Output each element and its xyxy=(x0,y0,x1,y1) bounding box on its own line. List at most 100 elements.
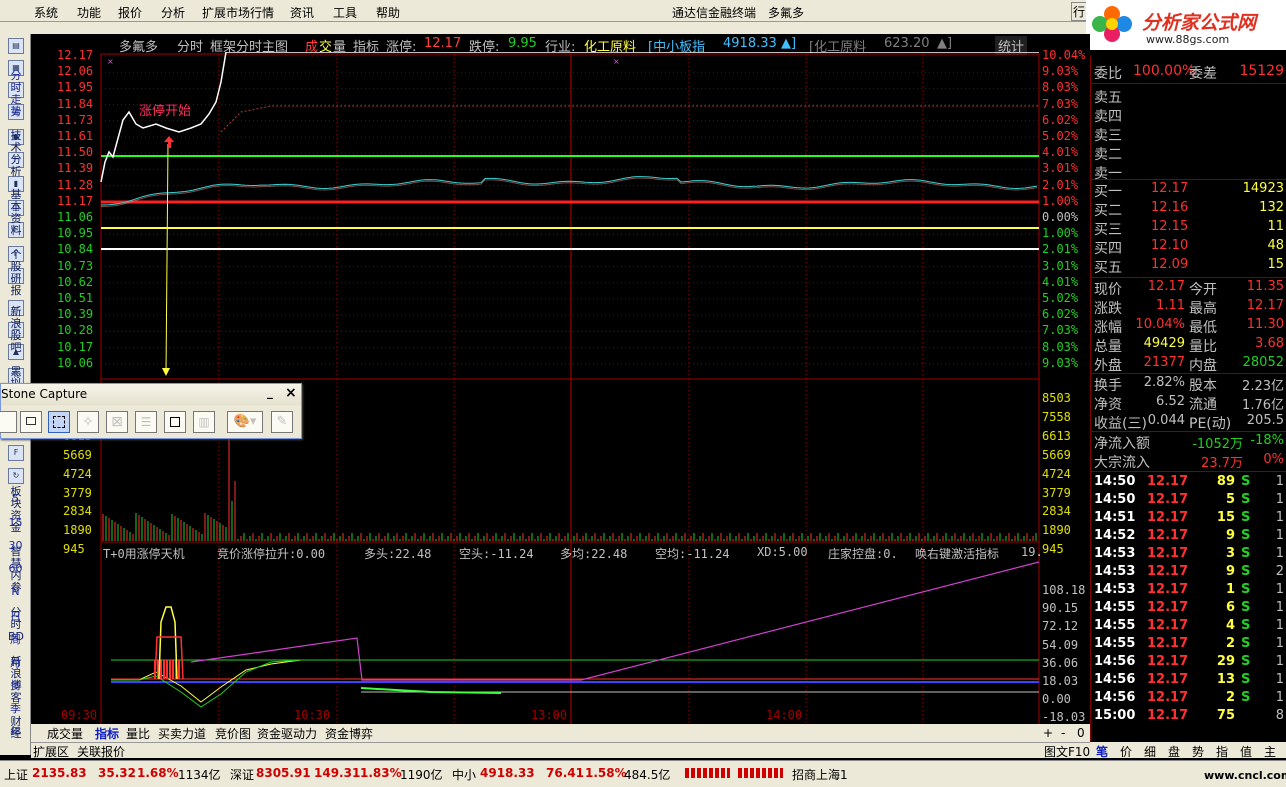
quote-list-icon[interactable]: ▤ xyxy=(8,38,24,54)
refresh-icon[interactable]: ↻ xyxy=(8,468,24,484)
stat-value-2: 3.68 xyxy=(1255,336,1284,351)
period-season[interactable]: 季 xyxy=(0,700,31,716)
tick-volume: 2 xyxy=(1225,636,1235,651)
period-15min[interactable]: 15 xyxy=(0,516,31,529)
tick-volume: 2 xyxy=(1225,690,1235,705)
right-tab[interactable]: 值 xyxy=(1240,743,1252,760)
sz-pct: 1.83% xyxy=(360,766,402,780)
zoom-out-button[interactable]: - xyxy=(1061,726,1065,740)
right-tab[interactable]: 主 xyxy=(1264,743,1276,760)
indicator-item-0: 竞价涨停拉升:0.00 xyxy=(217,547,326,561)
capture-rect-icon[interactable] xyxy=(164,411,186,433)
right-tab-f10[interactable]: 图文F10 xyxy=(1044,743,1090,760)
stat2-label-1: 收益(三) xyxy=(1094,416,1147,432)
bottom-tab[interactable]: 买卖力道 xyxy=(158,725,206,742)
right-tab[interactable]: 指 xyxy=(1216,743,1228,760)
stat-label-2: 内盘 xyxy=(1189,358,1217,374)
f5-icon[interactable]: F xyxy=(8,445,24,461)
volume-bars xyxy=(102,421,1037,541)
tab-extension-area[interactable]: 扩展区 xyxy=(33,743,69,760)
capture-menu-icon[interactable]: ☰ xyxy=(135,411,157,433)
zoom-reset-button[interactable]: 0 xyxy=(1077,726,1085,740)
menu-item-info[interactable]: 资讯 xyxy=(290,4,314,21)
tab-technical[interactable]: 技术分析 xyxy=(7,130,25,178)
tab-intraday[interactable]: 分时走势 xyxy=(7,70,25,118)
marker-x-mid: × xyxy=(613,57,620,66)
indicator-tick-label: 0.00 xyxy=(1042,692,1071,707)
tick-price: 12.17 xyxy=(1147,564,1189,579)
menu-item-ext-market[interactable]: 扩展市场行情 xyxy=(202,4,274,21)
period-60min[interactable]: 60 xyxy=(0,562,31,575)
period-week[interactable]: 周 xyxy=(0,631,31,647)
right-tab[interactable]: 势 xyxy=(1192,743,1204,760)
limit-up-value: 12.17 xyxy=(424,36,462,51)
tab-research[interactable]: 个股研报 xyxy=(7,249,25,297)
right-tab[interactable]: 价 xyxy=(1120,743,1132,760)
volume-tick-label: 4724 xyxy=(63,466,92,481)
tick-side: S xyxy=(1241,654,1251,669)
capture-titlebar[interactable]: Stone Capture _ × xyxy=(1,384,301,405)
bottom-tab[interactable]: 指标 xyxy=(95,725,119,742)
period-n[interactable]: N xyxy=(0,585,31,598)
tick-price: 12.17 xyxy=(1147,600,1189,615)
right-tab[interactable]: 细 xyxy=(1144,743,1156,760)
tab-related-quote[interactable]: 关联报价 xyxy=(77,743,125,760)
tick-count: 1 xyxy=(1275,600,1284,615)
bottom-tab[interactable]: 资金博弈 xyxy=(325,725,373,742)
tick-side: S xyxy=(1241,582,1251,597)
sell-label: 卖一 xyxy=(1094,166,1122,182)
sh-label[interactable]: 上证 xyxy=(4,766,28,783)
stone-capture-window[interactable]: Stone Capture _ × ✧ ⊠ ☰ ▥ 🎨▾ ✎ xyxy=(0,383,302,439)
capture-object-icon[interactable]: ⊠ xyxy=(106,411,128,433)
indicator-name[interactable]: T+0用涨停天机 xyxy=(103,545,185,562)
right-tab[interactable]: 笔 xyxy=(1096,743,1108,760)
window-menu-button[interactable]: 行 xyxy=(1071,2,1088,21)
period-5min[interactable]: 5 xyxy=(0,492,31,505)
stat2-value-2: 205.5 xyxy=(1246,413,1284,428)
pct-tick-label: 5.02% xyxy=(1042,129,1079,143)
capture-close-button[interactable]: × xyxy=(285,385,297,401)
annotation-up-arrow-stem xyxy=(168,142,171,148)
menu-item-tools[interactable]: 工具 xyxy=(333,4,357,21)
menu-item-analysis[interactable]: 分析 xyxy=(161,4,185,21)
zoom-in-button[interactable]: + xyxy=(1043,726,1053,740)
tick-price: 12.17 xyxy=(1147,672,1189,687)
capture-minimize-button[interactable]: _ xyxy=(267,385,273,399)
tick-side: S xyxy=(1241,636,1251,651)
price-tick-label: 11.61 xyxy=(57,129,94,143)
sz-label[interactable]: 深证 xyxy=(230,766,254,783)
price-tick-label: 11.73 xyxy=(57,112,94,127)
period-multi[interactable]: 多 xyxy=(0,677,31,693)
capture-palette-icon[interactable]: 🎨▾ xyxy=(227,411,263,433)
sh-pct: 1.68% xyxy=(137,766,179,780)
capture-fullscreen-icon[interactable] xyxy=(0,411,17,433)
right-tab[interactable]: 盘 xyxy=(1168,743,1180,760)
price-tick-label: 10.95 xyxy=(57,226,94,241)
capture-region-icon[interactable] xyxy=(48,411,70,433)
tab-basic-info[interactable]: 基本资料 xyxy=(7,189,25,237)
capture-scroll-icon[interactable]: ▥ xyxy=(193,411,215,433)
tick-volume: 13 xyxy=(1216,672,1235,687)
price-tick-label: 11.50 xyxy=(57,145,94,160)
capture-window-icon[interactable] xyxy=(20,411,42,433)
menu-item-help[interactable]: 帮助 xyxy=(376,4,400,21)
bottom-tab[interactable]: 资金驱动力 xyxy=(257,725,317,742)
capture-freehand-icon[interactable]: ✧ xyxy=(77,411,99,433)
menu-item-system[interactable]: 系统 xyxy=(34,4,58,21)
broker-name[interactable]: 招商上海1 xyxy=(792,766,848,783)
indicator-item-7[interactable]: 唤右键激活指标 xyxy=(915,545,1021,562)
bottom-tab[interactable]: 竞价图 xyxy=(215,725,251,742)
volume-tick-label-right: 2834 xyxy=(1042,504,1071,519)
bottom-tab[interactable]: 成交量 xyxy=(47,725,83,742)
capture-settings-icon[interactable]: ✎ xyxy=(271,411,293,433)
bottom-tab[interactable]: 量比 xyxy=(126,725,150,742)
tab-sina-forum[interactable]: 新浪股吧 xyxy=(7,306,25,354)
stat2-value-1: 6.52 xyxy=(1156,394,1185,409)
period-day[interactable]: 日 xyxy=(0,608,31,624)
indicator-tick-label: 108.18 xyxy=(1042,583,1086,597)
menu-item-quote[interactable]: 报价 xyxy=(118,4,142,21)
zx-label[interactable]: 中小 xyxy=(452,766,476,783)
tab-finance[interactable]: 财经 xyxy=(7,716,25,740)
menu-item-function[interactable]: 功能 xyxy=(77,4,101,21)
indicator-tail: 19. xyxy=(1021,545,1043,559)
